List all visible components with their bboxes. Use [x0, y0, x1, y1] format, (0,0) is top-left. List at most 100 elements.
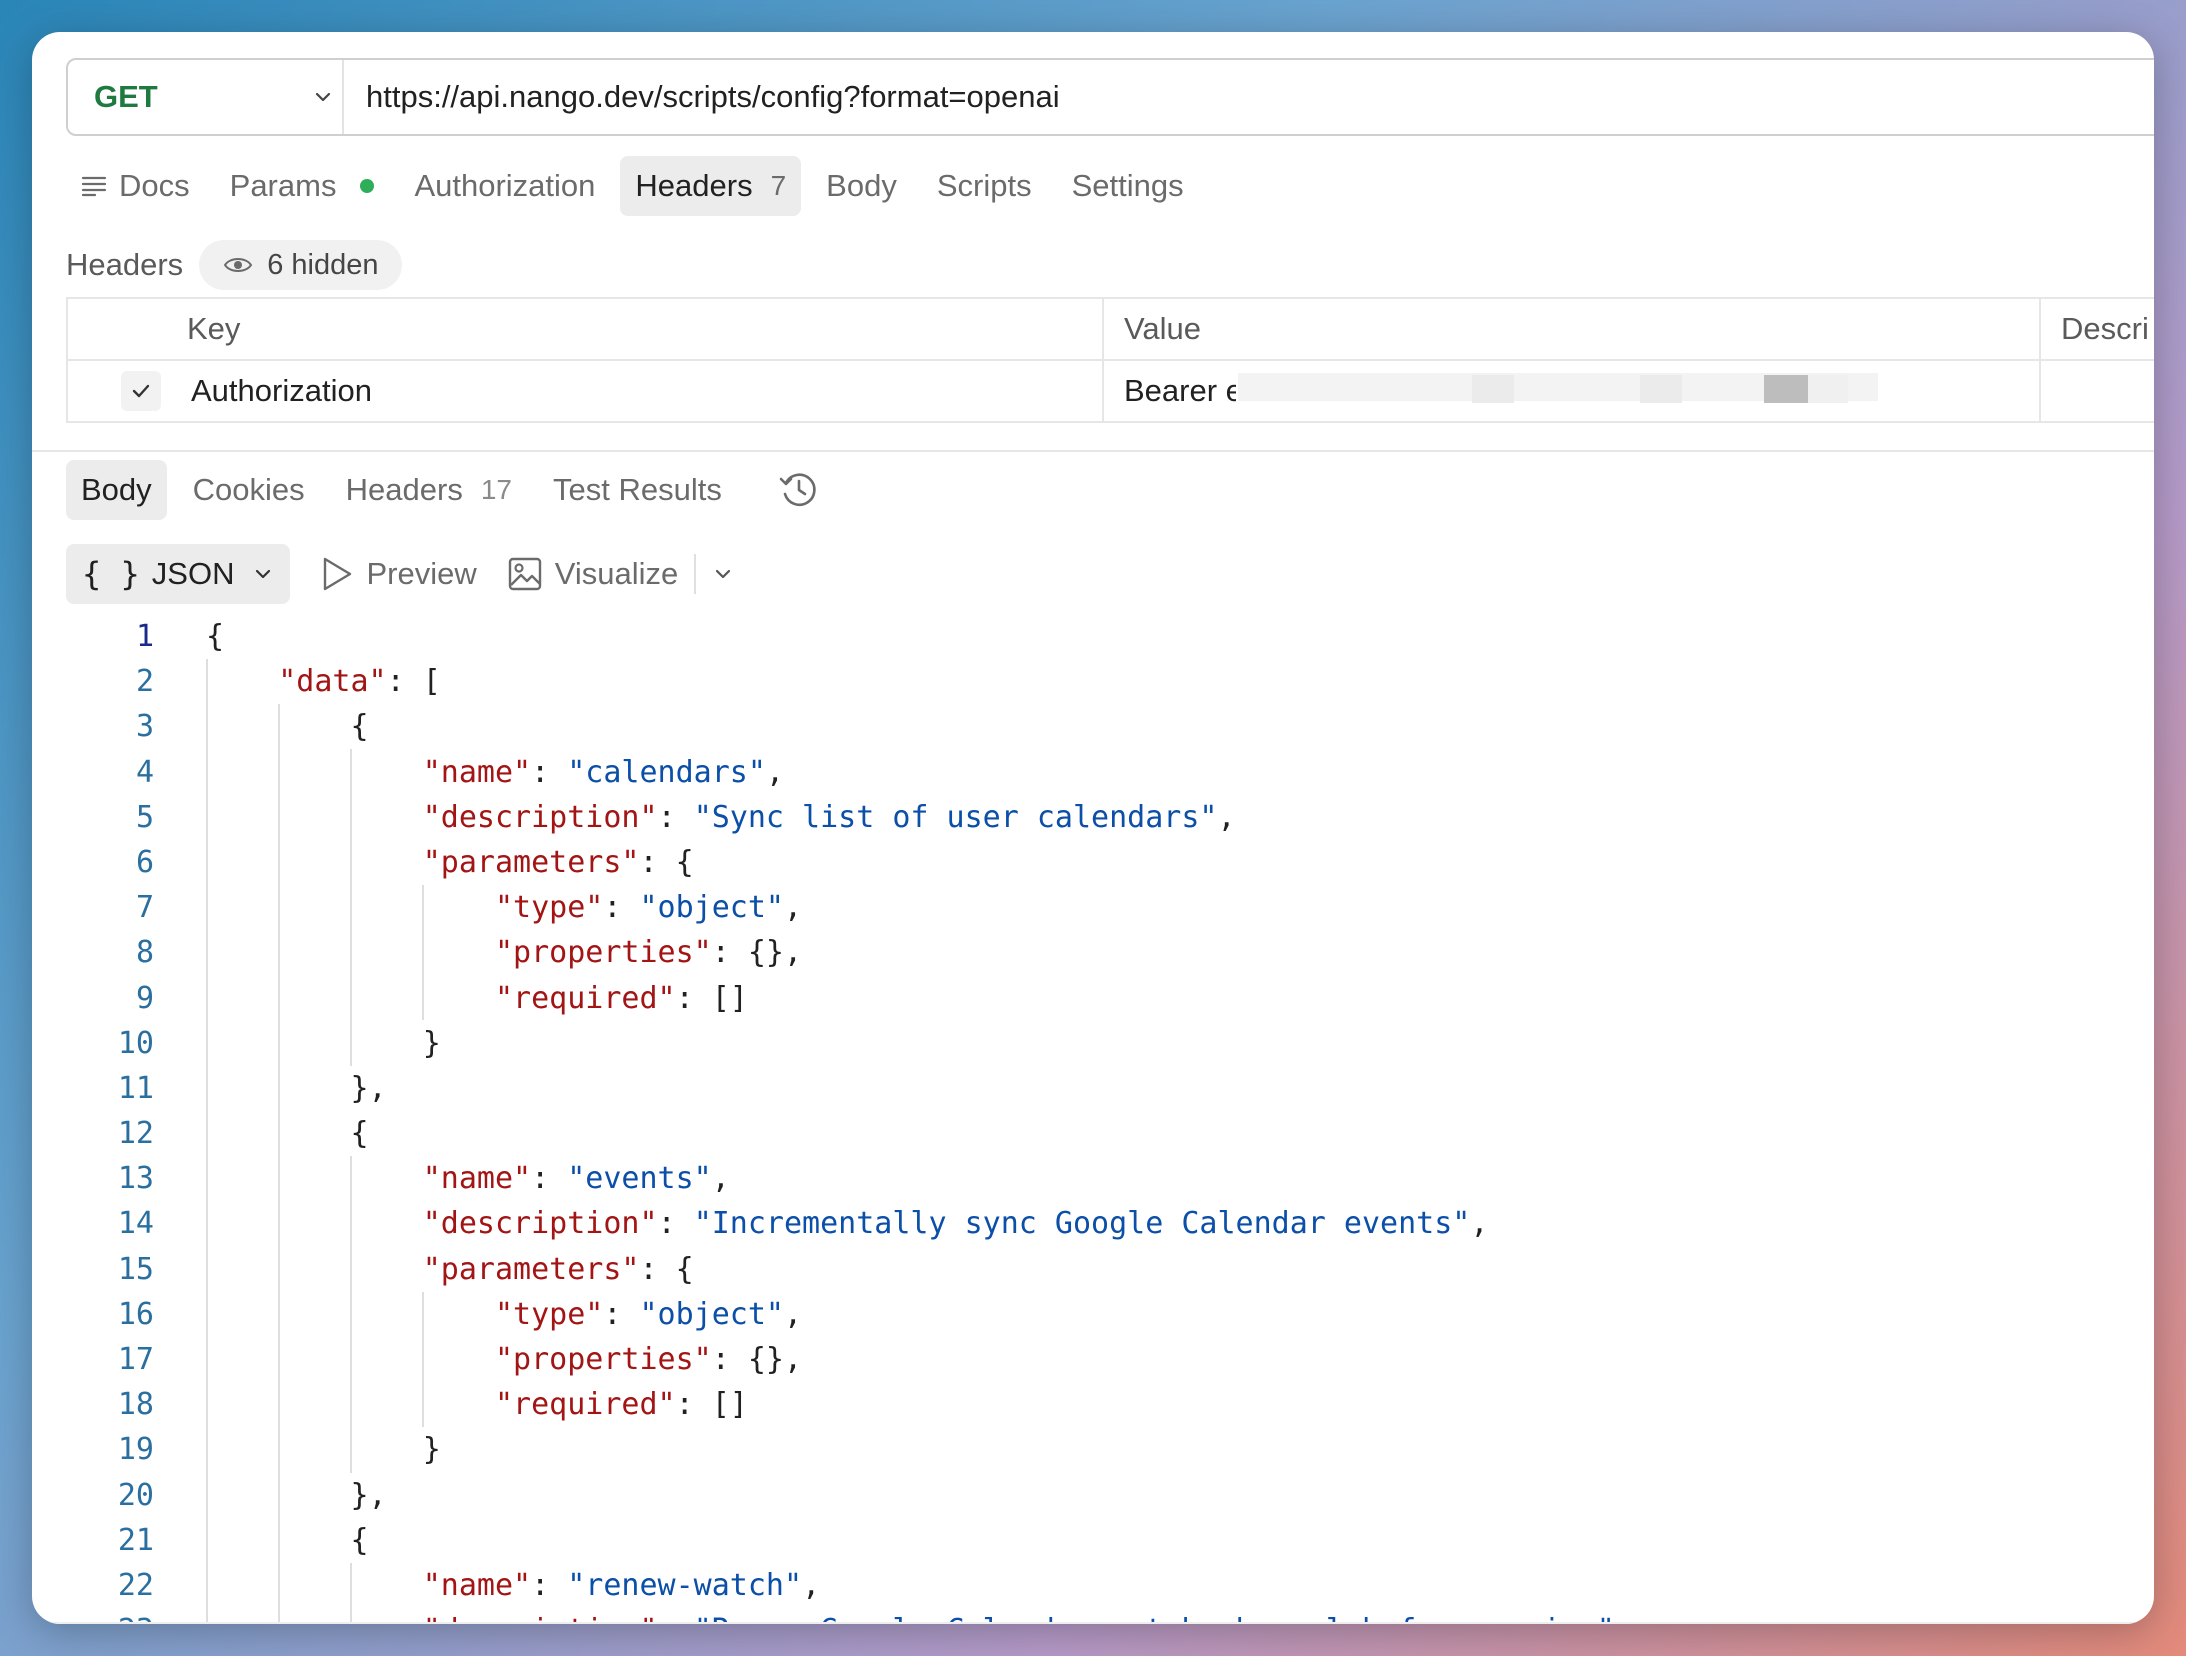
- code-text: "type": "object",: [494, 1296, 803, 1332]
- url-input[interactable]: https://api.nango.dev/scripts/config?for…: [344, 79, 1060, 115]
- headers-bar: Headers 6 hidden: [66, 240, 403, 290]
- tab-docs-label: Docs: [119, 168, 190, 203]
- code-text: "data": [: [278, 664, 441, 700]
- chevron-down-icon: [315, 92, 331, 102]
- tab-response-body[interactable]: Body: [66, 460, 167, 520]
- headers-section-title: Headers: [66, 247, 184, 282]
- code-text: },: [206, 1477, 387, 1513]
- format-select[interactable]: { } JSON: [66, 544, 291, 604]
- tab-scripts-label: Scripts: [936, 168, 1032, 203]
- code-line: 10 }: [32, 1021, 2154, 1066]
- tab-cookies-label: Cookies: [192, 472, 305, 507]
- params-status-dot: [360, 179, 375, 193]
- code-line: 6 "parameters": {: [32, 840, 2154, 885]
- redacted-chunk-4: [1808, 375, 1848, 403]
- code-text: "properties": {},: [494, 935, 803, 971]
- json-braces-icon: { }: [82, 555, 140, 593]
- tab-authorization[interactable]: Authorization: [399, 156, 610, 216]
- code-line: 1{: [32, 614, 2154, 659]
- row-enabled-checkbox[interactable]: [121, 371, 161, 411]
- redacted-chunk-1: [1472, 375, 1514, 403]
- tab-params[interactable]: Params: [215, 156, 390, 216]
- tab-docs[interactable]: Docs: [66, 156, 205, 216]
- code-text: "name": "events",: [422, 1161, 730, 1197]
- hidden-headers-label: 6 hidden: [267, 248, 379, 281]
- tab-settings-label: Settings: [1071, 168, 1184, 203]
- tab-cookies[interactable]: Cookies: [178, 460, 320, 520]
- preview-button[interactable]: Preview: [320, 556, 477, 592]
- hidden-headers-toggle[interactable]: 6 hidden: [199, 240, 403, 290]
- code-text: {: [206, 709, 369, 745]
- preview-label: Preview: [366, 556, 477, 591]
- code-line: 7 "type": "object",: [32, 885, 2154, 930]
- code-text: "parameters": {: [422, 844, 694, 880]
- code-line: 15 "parameters": {: [32, 1247, 2154, 1292]
- tab-test-results-label: Test Results: [553, 472, 722, 507]
- code-line: 22 "name": "renew-watch",: [32, 1563, 2154, 1608]
- code-line: 5 "description": "Sync list of user cale…: [32, 795, 2154, 840]
- tab-response-headers-label: Headers: [345, 472, 463, 507]
- tab-headers[interactable]: Headers 7: [620, 156, 802, 216]
- chevron-down-icon[interactable]: [712, 563, 734, 585]
- docs-lines-icon: [81, 176, 107, 197]
- code-text: "required": []: [494, 980, 748, 1016]
- line-number: 5: [135, 799, 154, 835]
- table-header-row: Key Value Descri: [66, 299, 2154, 361]
- line-number: 1: [135, 619, 154, 654]
- code-line: 2 "data": [: [32, 659, 2154, 704]
- history-icon[interactable]: [778, 469, 820, 511]
- line-number: 14: [117, 1206, 154, 1242]
- header-description-cell[interactable]: [2041, 361, 2154, 421]
- code-text: },: [206, 1070, 387, 1106]
- line-number: 4: [135, 754, 154, 790]
- response-view-bar: { } JSON Preview Visualize: [66, 544, 734, 604]
- line-number: 21: [117, 1522, 154, 1558]
- code-text: "required": []: [494, 1387, 748, 1423]
- visualize-label: Visualize: [554, 556, 679, 591]
- tab-test-results[interactable]: Test Results: [538, 460, 737, 520]
- table-row: Authorization Bearer e: [66, 361, 2154, 423]
- code-line: 19 }: [32, 1427, 2154, 1472]
- line-number: 2: [135, 664, 154, 700]
- code-text: "type": "object",: [494, 890, 803, 926]
- code-text: "parameters": {: [422, 1251, 694, 1287]
- tab-body-label: Body: [826, 168, 897, 203]
- code-line: 11 },: [32, 1066, 2154, 1111]
- tab-body[interactable]: Body: [811, 156, 912, 216]
- tab-headers-count: 7: [770, 170, 787, 201]
- line-number: 15: [117, 1251, 154, 1287]
- line-number: 9: [135, 980, 154, 1016]
- line-number: 7: [135, 890, 154, 926]
- code-line: 20 },: [32, 1473, 2154, 1518]
- code-text: "description": "Sync list of user calend…: [422, 799, 1236, 835]
- toolbar-separator: [694, 554, 697, 594]
- code-text: {: [206, 619, 225, 654]
- header-value-cell[interactable]: Bearer e: [1104, 361, 2041, 421]
- line-number: 11: [117, 1070, 154, 1106]
- headers-table: Key Value Descri Authorization Bearer e: [66, 297, 2154, 423]
- tab-settings[interactable]: Settings: [1057, 156, 1199, 216]
- line-number: 22: [117, 1567, 154, 1603]
- tab-response-body-label: Body: [81, 472, 152, 507]
- response-code-editor[interactable]: 1{2 "data": [3 {4 "name": "calendars", 5 …: [32, 614, 2154, 1624]
- column-key: Key: [187, 311, 241, 346]
- header-key-cell[interactable]: Authorization: [191, 373, 372, 409]
- chevron-down-icon: [256, 569, 271, 579]
- bottom-border: [32, 1622, 2154, 1624]
- tab-response-headers[interactable]: Headers 17: [331, 460, 527, 520]
- code-line: 9 "required": []: [32, 976, 2154, 1021]
- tab-scripts[interactable]: Scripts: [922, 156, 1047, 216]
- eye-icon: [224, 258, 253, 272]
- method-select[interactable]: GET: [68, 60, 344, 134]
- visualize-button[interactable]: Visualize: [507, 556, 679, 592]
- line-number: 20: [117, 1477, 154, 1513]
- code-line: 3 {: [32, 704, 2154, 749]
- line-number: 8: [135, 935, 154, 971]
- code-text: "name": "renew-watch",: [422, 1567, 821, 1603]
- play-icon: [324, 557, 352, 591]
- tab-params-label: Params: [229, 168, 337, 203]
- request-tabs: Docs Params Authorization Headers 7 Body…: [66, 156, 1209, 216]
- code-line: 8 "properties": {},: [32, 930, 2154, 975]
- image-icon: [508, 557, 541, 591]
- pane-divider[interactable]: [32, 450, 2154, 452]
